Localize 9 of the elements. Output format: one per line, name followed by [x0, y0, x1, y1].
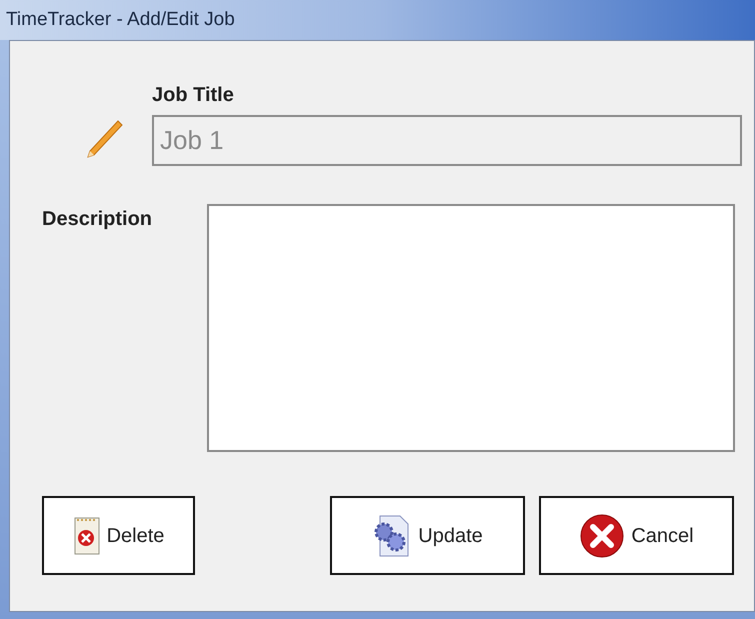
update-button[interactable]: Update — [330, 496, 525, 575]
job-title-label: Job Title — [152, 83, 235, 108]
close-icon — [579, 512, 626, 558]
document-delete-icon — [72, 516, 101, 556]
window-title: TimeTracker - Add/Edit Job — [6, 8, 235, 32]
delete-button[interactable]: Delete — [42, 496, 195, 575]
cancel-button[interactable]: Cancel — [539, 496, 734, 575]
description-label: Description — [42, 207, 154, 232]
description-field[interactable] — [207, 204, 735, 452]
